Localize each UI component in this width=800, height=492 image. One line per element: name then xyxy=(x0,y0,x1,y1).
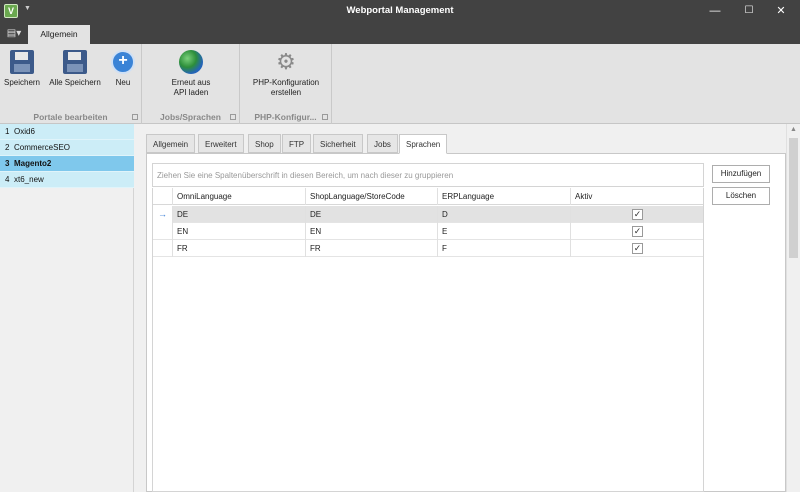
php-config-label-2: erstellen xyxy=(270,88,302,97)
cell-shoplanguage[interactable]: FR xyxy=(306,240,438,257)
floppy-icon xyxy=(10,50,34,74)
column-header-shoplanguage[interactable]: ShopLanguage/StoreCode xyxy=(306,188,438,205)
portal-num: 1 xyxy=(5,127,10,136)
save-label: Speichern xyxy=(3,78,41,87)
tab-allgemein-page[interactable]: Allgemein xyxy=(146,134,196,153)
group-launcher-icon[interactable] xyxy=(132,114,138,120)
php-config-button[interactable]: ⚙ PHP-Konfiguration erstellen xyxy=(246,50,326,98)
aktiv-checkbox[interactable]: ✓ xyxy=(632,243,643,254)
save-all-label: Alle Speichern xyxy=(49,78,101,87)
table-row[interactable]: FR FR F ✓ xyxy=(153,240,703,257)
portal-num: 2 xyxy=(5,143,10,152)
portal-name: CommerceSEO xyxy=(14,143,71,152)
reload-api-label-1: Erneut aus xyxy=(171,78,211,87)
ribbon-group-portale: Speichern Alle Speichern + Neu Portale b… xyxy=(0,44,142,124)
portal-name: xt6_new xyxy=(14,175,44,184)
save-all-button[interactable]: Alle Speichern xyxy=(46,50,104,88)
ribbon-group-php: ⚙ PHP-Konfiguration erstellen PHP-Konfig… xyxy=(240,44,332,124)
aktiv-checkbox[interactable]: ✓ xyxy=(632,226,643,237)
tab-ftp[interactable]: FTP xyxy=(282,134,312,153)
tab-erweitert[interactable]: Erweitert xyxy=(198,134,244,153)
tab-allgemein[interactable]: Allgemein xyxy=(28,25,90,44)
vertical-scrollbar[interactable]: ▲ xyxy=(786,124,800,492)
cell-omnilanguage[interactable]: FR xyxy=(173,240,306,257)
title-bar: V ▼ Webportal Management — ☐ ✕ xyxy=(0,0,800,22)
column-header-omnilanguage[interactable]: OmniLanguage xyxy=(173,188,306,205)
php-config-label-1: PHP-Konfiguration xyxy=(252,78,320,87)
portal-num: 4 xyxy=(5,175,10,184)
group-launcher-icon[interactable] xyxy=(322,114,328,120)
column-header-aktiv[interactable]: Aktiv xyxy=(571,188,703,205)
portal-item-commerceseo[interactable]: 2 CommerceSEO xyxy=(0,140,134,156)
reload-api-label-2: API laden xyxy=(173,88,209,97)
floppy-icon xyxy=(63,50,87,74)
file-menu-icon[interactable]: ▤▾ xyxy=(2,25,26,42)
plus-icon: + xyxy=(111,50,135,74)
portal-name: Magento2 xyxy=(14,159,52,168)
portal-item-oxid6[interactable]: 1 Oxid6 xyxy=(0,124,134,140)
tab-jobs[interactable]: Jobs xyxy=(367,134,398,153)
scroll-up-icon[interactable]: ▲ xyxy=(790,126,797,133)
ribbon-tab-row: ▤▾ Allgemein xyxy=(0,22,800,44)
save-button[interactable]: Speichern xyxy=(2,50,42,88)
row-focus-indicator: → xyxy=(153,206,173,223)
group-launcher-icon[interactable] xyxy=(230,114,236,120)
cell-omnilanguage[interactable]: DE xyxy=(173,206,306,223)
close-button[interactable]: ✕ xyxy=(766,2,796,20)
cell-erplanguage[interactable]: E xyxy=(438,223,571,240)
portal-list: 1 Oxid6 2 CommerceSEO 3 Magento2 4 xt6_new xyxy=(0,124,134,492)
group-label-php: PHP-Konfigur... xyxy=(254,112,317,122)
tab-sicherheit[interactable]: Sicherheit xyxy=(313,134,363,153)
add-button[interactable]: Hinzufügen xyxy=(712,165,770,183)
table-row[interactable]: → DE DE D ✓ xyxy=(153,206,703,223)
group-by-area[interactable]: Ziehen Sie eine Spaltenüberschrift in di… xyxy=(152,163,704,187)
grid-header: OmniLanguage ShopLanguage/StoreCode ERPL… xyxy=(153,188,703,205)
ribbon-group-jobs: Erneut aus API laden Jobs/Sprachen xyxy=(142,44,240,124)
gears-icon: ⚙ xyxy=(276,49,296,74)
row-indicator xyxy=(153,240,173,257)
tab-shop[interactable]: Shop xyxy=(248,134,281,153)
cell-erplanguage[interactable]: F xyxy=(438,240,571,257)
scroll-thumb[interactable] xyxy=(789,138,798,258)
maximize-button[interactable]: ☐ xyxy=(734,2,764,20)
row-indicator xyxy=(153,223,173,240)
cell-omnilanguage[interactable]: EN xyxy=(173,223,306,240)
delete-button[interactable]: Löschen xyxy=(712,187,770,205)
new-button[interactable]: + Neu xyxy=(108,50,138,88)
column-header-erplanguage[interactable]: ERPLanguage xyxy=(438,188,571,205)
portal-item-xt6-new[interactable]: 4 xt6_new xyxy=(0,172,134,188)
group-label-jobs: Jobs/Sprachen xyxy=(160,112,221,122)
portal-item-magento2[interactable]: 3 Magento2 xyxy=(0,156,134,172)
globe-icon xyxy=(179,50,203,74)
cell-shoplanguage[interactable]: DE xyxy=(306,206,438,223)
window-title: Webportal Management xyxy=(346,5,454,16)
header-indicator xyxy=(153,188,173,205)
aktiv-checkbox[interactable]: ✓ xyxy=(632,209,643,220)
table-row[interactable]: EN EN E ✓ xyxy=(153,223,703,240)
languages-grid: OmniLanguage ShopLanguage/StoreCode ERPL… xyxy=(152,188,704,492)
ribbon: Speichern Alle Speichern + Neu Portale b… xyxy=(0,44,800,124)
reload-api-button[interactable]: Erneut aus API laden xyxy=(156,50,226,98)
cell-erplanguage[interactable]: D xyxy=(438,206,571,223)
new-label: Neu xyxy=(115,78,131,87)
minimize-button[interactable]: — xyxy=(700,2,730,20)
portal-name: Oxid6 xyxy=(14,127,35,136)
portal-num: 3 xyxy=(5,159,10,168)
tab-sprachen[interactable]: Sprachen xyxy=(399,134,448,154)
group-label-portale: Portale bearbeiten xyxy=(33,112,108,122)
cell-shoplanguage[interactable]: EN xyxy=(306,223,438,240)
